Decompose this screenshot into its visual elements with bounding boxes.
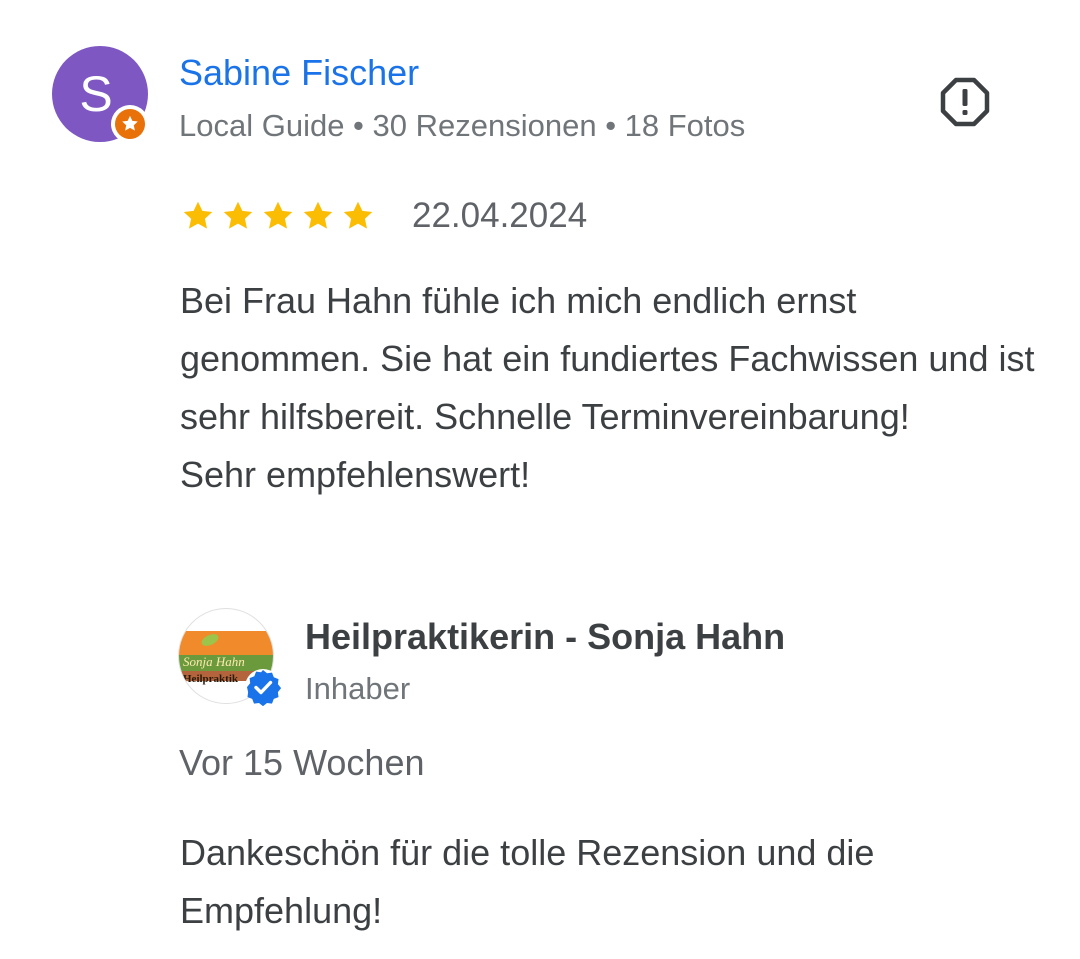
owner-role: Inhaber (305, 671, 411, 706)
star-icon (223, 201, 253, 229)
star-icon (343, 201, 373, 229)
review-date: 22.04.2024 (412, 196, 588, 235)
star-icon (303, 201, 333, 229)
star-icon (263, 201, 293, 229)
reviewer-meta: Local Guide • 30 Rezensionen • 18 Fotos (179, 108, 746, 143)
avatar-initial: S (79, 66, 113, 122)
reply-text: Dankeschön für die tolle Rezension und d… (180, 832, 875, 931)
owner-name[interactable]: Heilpraktikerin - Sonja Hahn (305, 616, 785, 658)
reviewer-name[interactable]: Sabine Fischer (179, 52, 419, 94)
report-icon[interactable] (939, 76, 991, 128)
review-text-line: Sehr empfehlenswert! (180, 454, 531, 495)
reply-time: Vor 15 Wochen (179, 742, 425, 783)
verified-check-icon (244, 668, 282, 707)
review-text-line: Bei Frau Hahn fühle ich mich endlich ern… (180, 280, 1035, 437)
owner-logo-subtext: Heilpraktik (183, 673, 239, 685)
star-icon (183, 201, 213, 229)
local-guide-star-icon (111, 105, 149, 143)
review-text: Bei Frau Hahn fühle ich mich endlich ern… (180, 272, 1040, 504)
star-rating (180, 198, 376, 238)
